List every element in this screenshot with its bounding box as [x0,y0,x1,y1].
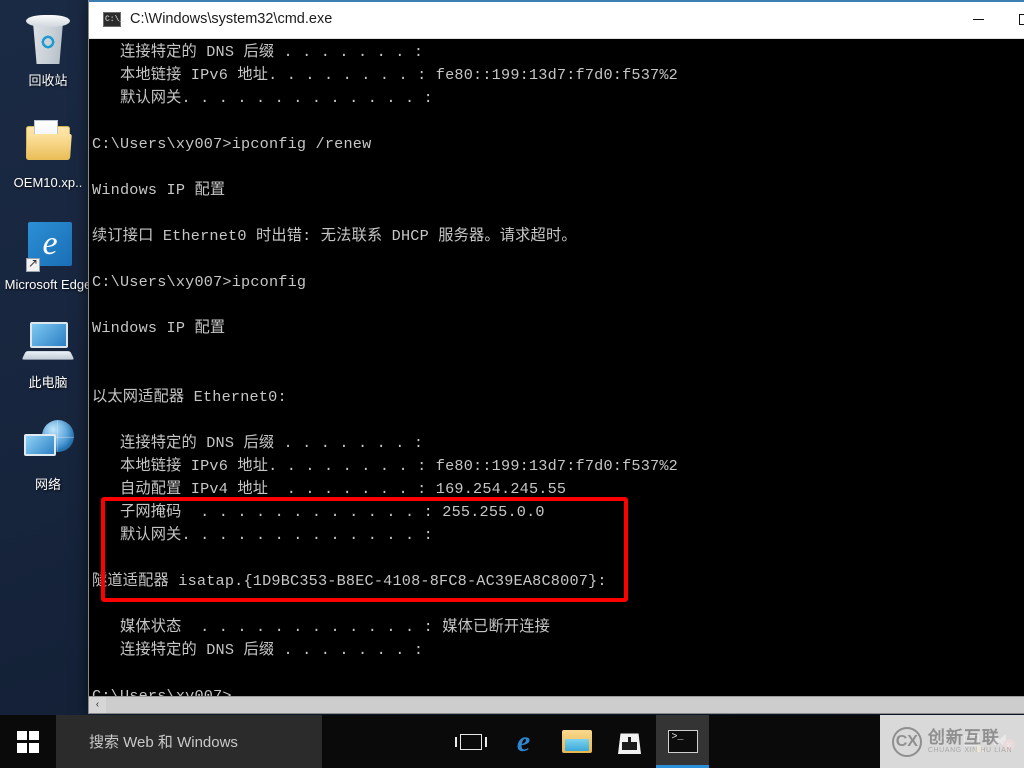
console-line: 默认网关. . . . . . . . . . . . . : [92,526,433,544]
maximize-button[interactable] [1001,0,1024,39]
store-icon [618,733,641,754]
search-input[interactable]: 搜索 Web 和 Windows [56,715,322,768]
desktop-icon-network[interactable]: 网络 [1,418,95,492]
console-line: 续订接口 Ethernet0 时出错: 无法联系 DHCP 服务器。请求超时。 [92,227,577,245]
edge-icon: e [516,724,531,758]
desktop-icon-area: 回收站 OEM10.xp.. e Microsoft Edge 此电脑 网络 [0,0,96,502]
console-output-area[interactable]: 连接特定的 DNS 后缀 . . . . . . . : 本地链接 IPv6 地… [89,39,1024,713]
desktop-icon-label: 此电脑 [28,375,68,390]
titlebar-accent [89,0,1024,2]
horizontal-scrollbar[interactable]: ‹ [89,696,1024,713]
console-line: 自动配置 IPv4 地址 . . . . . . . : 169.254.245… [92,480,567,498]
console-line: 本地链接 IPv6 地址. . . . . . . . : fe80::199:… [92,457,678,475]
taskbar-item-edge[interactable]: e [497,715,550,768]
network-globe-icon [20,418,76,474]
file-explorer-icon [561,730,592,753]
console-line: 连接特定的 DNS 后缀 . . . . . . . : [92,641,424,659]
console-line: C:\Users\xy007>ipconfig /renew [92,135,372,153]
console-line: Windows IP 配置 [92,181,226,199]
computer-icon [20,316,76,372]
watermark-logo-icon: CX [891,726,922,757]
desktop-icon-label: 网络 [34,477,61,492]
shortcut-arrow-icon [26,256,40,272]
desktop-icon-label: Microsoft Edge [4,277,92,292]
task-view-icon [454,733,487,750]
console-line: 连接特定的 DNS 后缀 . . . . . . . : [92,434,424,452]
search-placeholder: 搜索 Web 和 Windows [89,734,238,751]
desktop-icon-this-pc[interactable]: 此电脑 [1,316,95,390]
cmd-titlebar-icon [103,11,124,27]
watermark-cn: 创新互联 [927,727,1000,747]
taskbar-item-task-view[interactable] [444,715,497,768]
taskbar-buttons: e [444,715,709,768]
console-line: 本地链接 IPv6 地址. . . . . . . . : fe80::199:… [92,66,678,84]
console-line: C:\Users\xy007>ipconfig [92,273,307,291]
minimize-button[interactable] [955,0,1001,39]
recycle-bin-icon [20,14,76,70]
windows-logo-icon [17,730,39,753]
titlebar[interactable]: C:\Windows\system32\cmd.exe [89,0,1024,39]
watermark-en: CHUANG XIN HU LIAN [927,746,1013,754]
edge-icon: e [20,218,76,274]
desktop-icon-recycle-bin[interactable]: 回收站 [1,14,95,88]
start-button[interactable] [0,715,56,768]
scroll-left-arrow-icon[interactable]: ‹ [89,697,106,714]
taskbar-item-store[interactable] [603,715,656,768]
console-text: 连接特定的 DNS 后缀 . . . . . . . : 本地链接 IPv6 地… [92,41,1024,708]
taskbar: 搜索 Web 和 Windows e ⌃ ✕ [0,715,1024,768]
console-line: 媒体状态 . . . . . . . . . . . . : 媒体已断开连接 [92,618,550,636]
desktop-icon-oem-folder[interactable]: OEM10.xp.. [1,116,95,190]
desktop-icon-microsoft-edge[interactable]: e Microsoft Edge [1,218,95,292]
console-line: 连接特定的 DNS 后缀 . . . . . . . : [92,43,424,61]
cmd-icon [667,730,698,753]
taskbar-item-file-explorer[interactable] [550,715,603,768]
console-line: 以太网适配器 Ethernet0: [92,388,287,406]
console-line: Windows IP 配置 [92,319,226,337]
window-controls [955,0,1024,39]
console-line: 子网掩码 . . . . . . . . . . . . : 255.255.0… [92,503,545,521]
desktop-icon-label: 回收站 [28,73,68,88]
desktop-icon-label: OEM10.xp.. [13,175,83,190]
console-line: 隧道适配器 isatap.{1D9BC353-B8EC-4108-8FC8-AC… [92,572,607,590]
scrollbar-thumb[interactable] [106,696,1024,713]
watermark: CX 创新互联 CHUANG XIN HU LIAN [880,715,1024,768]
folder-icon [20,116,76,172]
console-line: 默认网关. . . . . . . . . . . . . : [92,89,433,107]
window-title: C:\Windows\system32\cmd.exe [130,11,333,27]
taskbar-item-command-prompt[interactable] [656,715,709,768]
watermark-text: 创新互联 CHUANG XIN HU LIAN [928,729,1012,755]
cmd-window[interactable]: C:\Windows\system32\cmd.exe 连接特定的 DNS 后缀… [88,0,1024,714]
